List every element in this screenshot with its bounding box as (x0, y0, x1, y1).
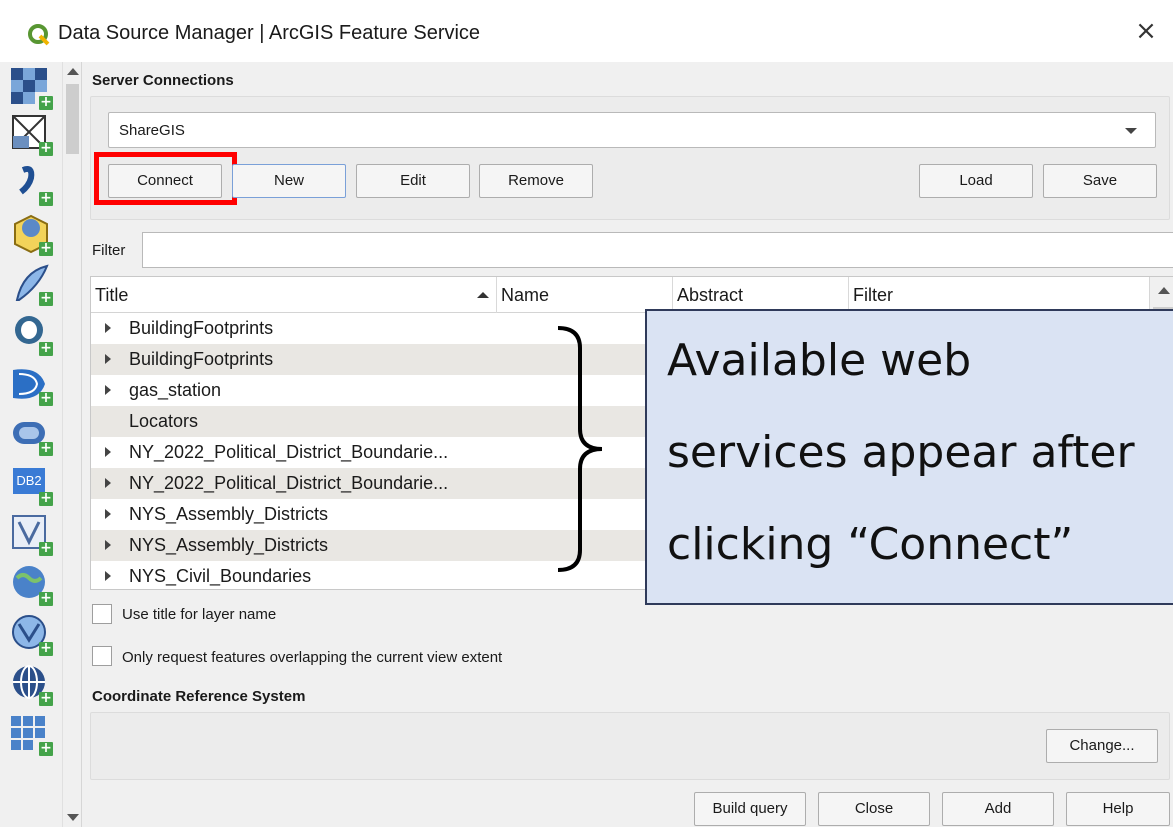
plus-icon: + (39, 540, 53, 556)
server-connections-heading: Server Connections (92, 72, 234, 89)
callout-annotation: Available web services appear after clic… (645, 309, 1173, 605)
column-header-title[interactable]: Title (91, 277, 497, 313)
view-extent-label: Only request features overlapping the cu… (122, 649, 503, 666)
callout-line: clicking “Connect” (667, 519, 1074, 570)
plus-icon: + (39, 94, 53, 110)
title-bar: Data Source Manager | ArcGIS Feature Ser… (0, 0, 1173, 62)
crs-group (90, 712, 1170, 780)
plus-icon: + (39, 740, 53, 756)
wms-icon[interactable]: + (9, 562, 53, 606)
build-query-button[interactable]: Build query (694, 792, 806, 826)
source-type-list: + + + + + + + + DB2 + + + + + + (0, 62, 62, 827)
expand-arrow-icon[interactable] (105, 447, 111, 457)
expand-arrow-icon[interactable] (105, 509, 111, 519)
expand-arrow-icon[interactable] (105, 354, 111, 364)
postgis-icon[interactable]: + (9, 312, 53, 356)
close-button[interactable]: Close (818, 792, 930, 826)
chevron-down-icon (1125, 128, 1137, 134)
expand-arrow-icon[interactable] (105, 323, 111, 333)
plus-icon: + (39, 290, 53, 306)
plus-icon: + (39, 440, 53, 456)
load-button[interactable]: Load (919, 164, 1033, 198)
xyz-tiles-icon[interactable]: + (9, 712, 53, 756)
oracle-icon[interactable]: + (9, 412, 53, 456)
callout-line: Available web (667, 335, 972, 386)
new-button[interactable]: New (232, 164, 346, 198)
use-title-checkbox[interactable] (92, 604, 112, 624)
connect-highlight (94, 152, 237, 205)
row-title: gas_station (129, 380, 222, 400)
qgis-logo-icon (28, 24, 50, 46)
edit-button[interactable]: Edit (356, 164, 470, 198)
expand-arrow-icon[interactable] (105, 540, 111, 550)
delimited-text-icon[interactable]: + (9, 162, 53, 206)
expand-arrow-icon[interactable] (105, 385, 111, 395)
row-title: NY_2022_Political_District_Boundarie... (129, 473, 449, 493)
virtual-layer-icon[interactable]: + (9, 512, 53, 556)
row-title: BuildingFootprints (129, 349, 274, 369)
column-header-filter[interactable]: Filter (849, 277, 1151, 313)
save-button[interactable]: Save (1043, 164, 1157, 198)
row-title: Locators (129, 411, 199, 431)
plus-icon: + (39, 340, 53, 356)
expand-arrow-icon[interactable] (105, 478, 111, 488)
row-title: NYS_Civil_Boundaries (129, 566, 312, 586)
scroll-thumb[interactable] (66, 84, 79, 154)
filter-input[interactable] (142, 232, 1173, 268)
sort-ascending-icon (477, 292, 489, 298)
window-title: Data Source Manager | ArcGIS Feature Ser… (58, 22, 481, 44)
wfs-icon[interactable]: + (9, 612, 53, 656)
close-icon[interactable]: × (1133, 18, 1159, 44)
vector-layer-icon[interactable]: + (9, 112, 53, 156)
raster-layer-icon[interactable]: + (9, 66, 53, 110)
geopackage-icon[interactable]: + (9, 212, 53, 256)
connection-select[interactable]: ShareGIS (108, 112, 1156, 148)
scroll-up-icon[interactable] (1158, 287, 1170, 294)
table-header: Title Name Abstract Filter (91, 277, 1151, 313)
plus-icon: + (39, 140, 53, 156)
scroll-down-icon[interactable] (67, 814, 79, 821)
filter-label: Filter (92, 242, 126, 259)
row-title: NYS_Assembly_Districts (129, 504, 329, 524)
curly-bracket-annotation (557, 326, 603, 572)
plus-icon: + (39, 240, 53, 256)
expand-arrow-icon[interactable] (105, 571, 111, 581)
row-title: NY_2022_Political_District_Boundarie... (129, 442, 449, 462)
connection-select-value: ShareGIS (119, 122, 185, 139)
plus-icon: + (39, 190, 53, 206)
scroll-up-icon[interactable] (67, 68, 79, 75)
wcs-icon[interactable]: + (9, 662, 53, 706)
row-title: BuildingFootprints (129, 318, 274, 338)
help-button[interactable]: Help (1066, 792, 1170, 826)
plus-icon: + (39, 640, 53, 656)
source-list-scrollbar[interactable] (62, 62, 82, 827)
use-title-label: Use title for layer name (122, 606, 277, 623)
change-crs-button[interactable]: Change... (1046, 729, 1158, 763)
mssql-icon[interactable]: + (9, 362, 53, 406)
row-title: NYS_Assembly_Districts (129, 535, 329, 555)
callout-line: services appear after (667, 427, 1135, 478)
crs-heading: Coordinate Reference System (92, 688, 306, 705)
add-button[interactable]: Add (942, 792, 1054, 826)
plus-icon: + (39, 690, 53, 706)
view-extent-checkbox[interactable] (92, 646, 112, 666)
plus-icon: + (39, 390, 53, 406)
column-header-abstract[interactable]: Abstract (673, 277, 849, 313)
column-header-name[interactable]: Name (497, 277, 673, 313)
plus-icon: + (39, 590, 53, 606)
plus-icon: + (39, 490, 53, 506)
db2-icon[interactable]: DB2 + (9, 462, 53, 506)
remove-button[interactable]: Remove (479, 164, 593, 198)
spatialite-icon[interactable]: + (9, 262, 53, 306)
